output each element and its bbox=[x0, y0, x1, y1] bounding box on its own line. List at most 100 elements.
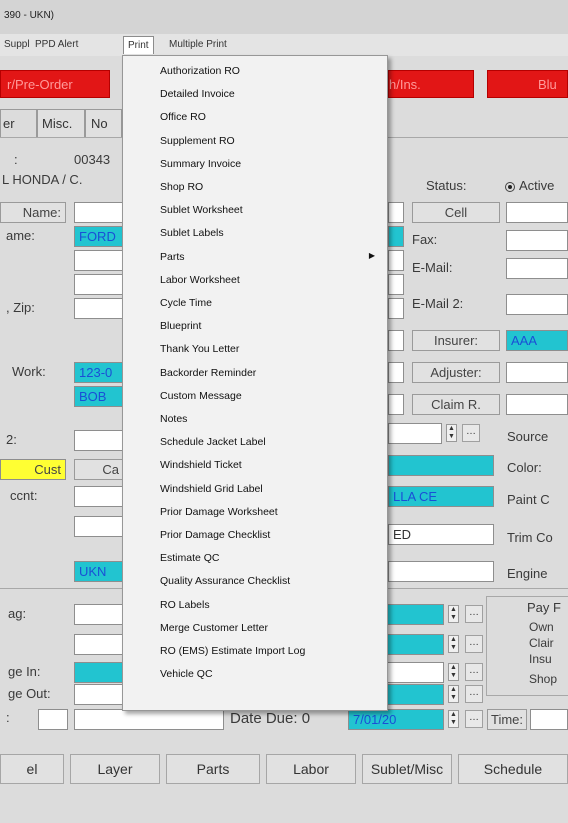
pay-claim-option[interactable]: Clair bbox=[529, 636, 554, 650]
print-menu-item-blueprint[interactable]: Blueprint bbox=[123, 315, 387, 338]
tab-customer[interactable]: er bbox=[0, 109, 37, 137]
pre-order-button[interactable]: r/Pre-Order bbox=[0, 70, 110, 98]
row-s-small-field[interactable] bbox=[38, 709, 68, 730]
print-menu-item-custom-message[interactable]: Custom Message bbox=[123, 385, 387, 408]
date-due-field[interactable]: 7/01/20 bbox=[348, 709, 444, 730]
source-picker-button[interactable]: … bbox=[462, 424, 480, 442]
date1-spinner[interactable]: ▲ ▼ bbox=[448, 605, 459, 623]
time-button[interactable]: Time: bbox=[487, 709, 527, 730]
vehicle-body-field[interactable]: ED bbox=[388, 524, 494, 545]
date-blank-picker-button[interactable]: … bbox=[465, 663, 483, 681]
print-menu-item-authorization-ro[interactable]: Authorization RO bbox=[123, 60, 387, 83]
mid-field-8[interactable] bbox=[388, 394, 404, 415]
print-menu-item-windshield-grid-label[interactable]: Windshield Grid Label bbox=[123, 478, 387, 501]
print-menu-item-ro-labels[interactable]: RO Labels bbox=[123, 594, 387, 617]
print-menu-item-ro-ems-estimate-import-log[interactable]: RO (EMS) Estimate Import Log bbox=[123, 640, 387, 663]
menu-multiple-print[interactable]: Multiple Print bbox=[169, 39, 227, 50]
row-b-field[interactable] bbox=[74, 634, 124, 655]
date3-picker-button[interactable]: … bbox=[465, 685, 483, 703]
print-menu-item-estimate-qc[interactable]: Estimate QC bbox=[123, 547, 387, 570]
schedule-button[interactable]: Schedule bbox=[458, 754, 568, 784]
date3-spinner[interactable]: ▲ ▼ bbox=[448, 685, 459, 703]
row-s-field[interactable] bbox=[74, 709, 224, 730]
row12-field[interactable]: UKN bbox=[74, 561, 124, 582]
blueprint-button[interactable]: Blu bbox=[487, 70, 568, 98]
address-field[interactable] bbox=[74, 250, 124, 271]
print-menu-item-backorder-reminder[interactable]: Backorder Reminder bbox=[123, 362, 387, 385]
print-menu-item-parts[interactable]: Parts ▶ bbox=[123, 246, 387, 269]
print-menu-item-summary-invoice[interactable]: Summary Invoice bbox=[123, 153, 387, 176]
print-menu-item-sublet-worksheet[interactable]: Sublet Worksheet bbox=[123, 199, 387, 222]
insurer-field[interactable]: AAA bbox=[506, 330, 568, 351]
cust-button[interactable]: Cust bbox=[0, 459, 66, 480]
print-menu-item-cycle-time[interactable]: Cycle Time bbox=[123, 292, 387, 315]
tag-field[interactable] bbox=[74, 604, 124, 625]
print-menu-item-shop-ro[interactable]: Shop RO bbox=[123, 176, 387, 199]
print-menu-item-windshield-ticket[interactable]: Windshield Ticket bbox=[123, 454, 387, 477]
print-menu-item-labor-worksheet[interactable]: Labor Worksheet bbox=[123, 269, 387, 292]
time-field[interactable] bbox=[530, 709, 568, 730]
sublet-misc-button[interactable]: Sublet/Misc bbox=[362, 754, 452, 784]
account-field[interactable] bbox=[74, 486, 124, 507]
claim-field[interactable] bbox=[506, 394, 568, 415]
mid-field-5[interactable] bbox=[388, 298, 404, 319]
menu-suppl[interactable]: Suppl bbox=[4, 39, 30, 50]
work-phone-field[interactable]: 123-0 bbox=[74, 362, 124, 383]
date-out-field[interactable] bbox=[74, 684, 124, 705]
name-button[interactable]: Name: bbox=[0, 202, 66, 223]
date-due-spinner[interactable]: ▲ ▼ bbox=[448, 710, 459, 728]
print-menu-item-prior-damage-worksheet[interactable]: Prior Damage Worksheet bbox=[123, 501, 387, 524]
vehicle-misc-field[interactable] bbox=[388, 561, 494, 582]
date-due-picker-button[interactable]: … bbox=[465, 710, 483, 728]
date2-picker-button[interactable]: … bbox=[465, 635, 483, 653]
zip-field[interactable] bbox=[74, 298, 124, 319]
bottom-button-el[interactable]: el bbox=[0, 754, 64, 784]
tab-misc[interactable]: Misc. bbox=[37, 109, 85, 137]
print-menu-item-vehicle-qc[interactable]: Vehicle QC bbox=[123, 663, 387, 686]
cell-button[interactable]: Cell bbox=[412, 202, 500, 223]
adjuster-button[interactable]: Adjuster: bbox=[412, 362, 500, 383]
mid-field-2[interactable] bbox=[388, 226, 404, 247]
last-name-field[interactable] bbox=[74, 202, 124, 223]
cell-field[interactable] bbox=[506, 202, 568, 223]
date-in-field[interactable] bbox=[74, 662, 124, 683]
email-field[interactable] bbox=[506, 258, 568, 279]
email2-field[interactable] bbox=[506, 294, 568, 315]
menu-ppd-alert[interactable]: PPD Alert bbox=[35, 39, 78, 50]
mid-field-4[interactable] bbox=[388, 274, 404, 295]
print-menu-item-office-ro[interactable]: Office RO bbox=[123, 106, 387, 129]
print-menu-item-sublet-labels[interactable]: Sublet Labels bbox=[123, 222, 387, 245]
print-menu-item-thank-you-letter[interactable]: Thank You Letter bbox=[123, 338, 387, 361]
source-spinner[interactable]: ▲ ▼ bbox=[446, 424, 457, 442]
ins-button[interactable]: h/Ins. bbox=[388, 70, 474, 98]
status-active-radio[interactable]: Active bbox=[505, 178, 554, 193]
print-menu-item-quality-assurance-checklist[interactable]: Quality Assurance Checklist bbox=[123, 570, 387, 593]
tab-notes[interactable]: No bbox=[85, 109, 122, 137]
print-menu-item-prior-damage-checklist[interactable]: Prior Damage Checklist bbox=[123, 524, 387, 547]
print-menu-item-schedule-jacket-label[interactable]: Schedule Jacket Label bbox=[123, 431, 387, 454]
mid-field-1[interactable] bbox=[388, 202, 404, 223]
mid-field-7[interactable] bbox=[388, 362, 404, 383]
vehicle-make-field[interactable] bbox=[388, 455, 494, 476]
row11-field[interactable] bbox=[74, 516, 124, 537]
insurer-button[interactable]: Insurer: bbox=[412, 330, 500, 351]
date2-spinner[interactable]: ▲ ▼ bbox=[448, 635, 459, 653]
address2-field[interactable] bbox=[74, 274, 124, 295]
fax-field[interactable] bbox=[506, 230, 568, 251]
mid-field-6[interactable] bbox=[388, 330, 404, 351]
layer-button[interactable]: Layer bbox=[70, 754, 160, 784]
pay-shop-option[interactable]: Shop bbox=[529, 672, 557, 686]
pay-owner-option[interactable]: Own bbox=[529, 620, 554, 634]
labor-button[interactable]: Labor bbox=[266, 754, 356, 784]
print-menu-item-merge-customer-letter[interactable]: Merge Customer Letter bbox=[123, 617, 387, 640]
source-select[interactable] bbox=[388, 423, 442, 444]
print-menu-item-supplement-ro[interactable]: Supplement RO bbox=[123, 130, 387, 153]
cal-button[interactable]: Ca bbox=[74, 459, 124, 480]
print-menu-item-notes[interactable]: Notes bbox=[123, 408, 387, 431]
mid-field-3[interactable] bbox=[388, 250, 404, 271]
adjuster-field[interactable] bbox=[506, 362, 568, 383]
vehicle-model-field[interactable]: LLA CE bbox=[388, 486, 494, 507]
row9-field[interactable] bbox=[74, 430, 124, 451]
menu-print[interactable]: Print bbox=[123, 36, 154, 54]
pay-insurance-option[interactable]: Insu bbox=[529, 652, 552, 666]
